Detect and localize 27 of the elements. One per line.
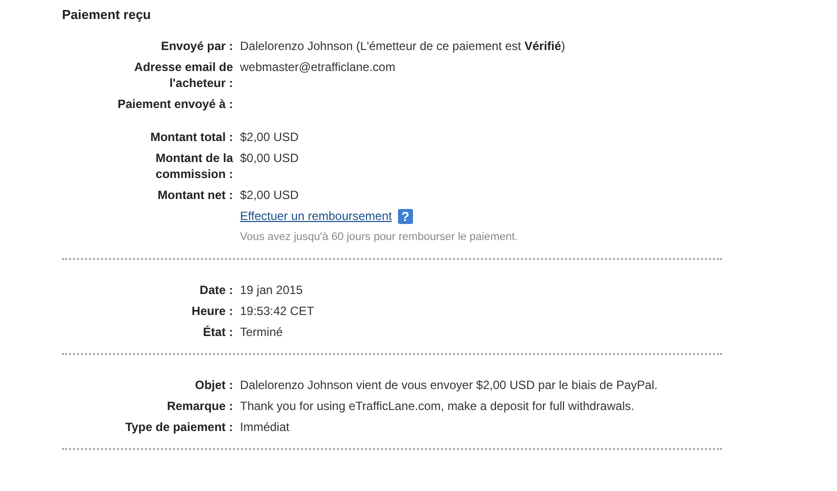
field-label: Heure :	[190, 303, 233, 320]
field-value: $2,00 USD	[240, 188, 299, 202]
field-label: Objet :	[194, 377, 233, 394]
field-value: $0,00 USD	[240, 151, 299, 165]
field-label: Montant de la commission :	[154, 150, 233, 182]
field-label: Type de paiement :	[124, 419, 233, 436]
field-label: Adresse email de l'acheteur :	[133, 59, 233, 91]
field-label: Montant total :	[149, 129, 233, 145]
field-label: Paiement envoyé à :	[116, 96, 233, 112]
help-icon[interactable]: ?	[398, 209, 413, 224]
refund-link[interactable]: Effectuer un remboursement	[240, 209, 392, 223]
field-value: 19 jan 2015	[240, 283, 303, 298]
field-label: Envoyé par :	[160, 38, 233, 54]
field-value: webmaster@etrafficlane.com	[240, 60, 396, 74]
field-label: État :	[202, 324, 233, 340]
field-label: Date :	[198, 282, 233, 298]
field-value: Dalelorenzo Johnson (L'émetteur de ce paiement est Vérifié)	[240, 39, 566, 53]
refund-note: Vous avez jusqu'à 60 jours pour rembourser le paiement.	[240, 231, 518, 244]
field-label: Montant net :	[156, 187, 233, 203]
section-title: Paiement reçu	[62, 7, 152, 22]
field-value: Immédiat	[240, 420, 290, 434]
field-value: 19:53:42 CET	[240, 304, 314, 318]
field-value: Terminé	[240, 325, 283, 340]
field-value: Thank you for using eTrafficLane.com, make a deposit for full withdrawals.	[240, 399, 634, 414]
field-value: Dalelorenzo Johnson vient de vous envoyer $2,00 USD par le biais de PayPal.	[240, 378, 658, 392]
field-value: $2,00 USD	[240, 130, 299, 144]
field-label: Remarque :	[166, 398, 233, 414]
